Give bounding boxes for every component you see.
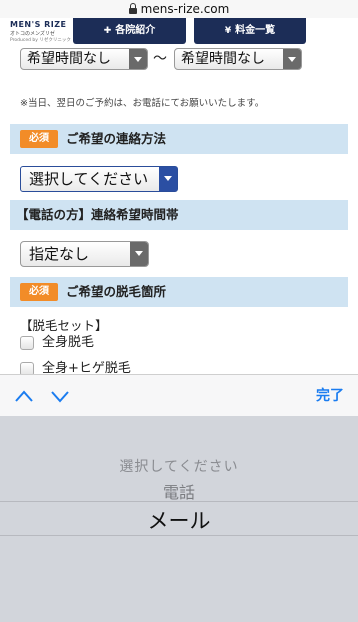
picker-option[interactable]: 選択してください — [0, 456, 358, 476]
selection-divider — [0, 535, 358, 536]
contact-method-heading: 必須 ご希望の連絡方法 — [10, 124, 348, 154]
required-badge: 必須 — [20, 130, 58, 148]
picker-toolbar: 完了 — [0, 374, 358, 416]
removal-area-heading: 必須 ご希望の脱毛箇所 — [10, 277, 348, 307]
yen-icon: ¥ — [224, 26, 232, 36]
time-to-select[interactable]: 希望時間なし — [174, 48, 302, 70]
range-separator: 〜 — [153, 51, 167, 67]
selection-divider — [0, 501, 358, 502]
phone-time-select[interactable]: 指定なし — [20, 241, 149, 267]
nav-price-button[interactable]: ¥ 料金一覧 — [194, 18, 306, 44]
checkbox[interactable] — [20, 336, 34, 350]
chevron-down-icon — [129, 49, 147, 69]
clinic-icon: ✚ — [103, 26, 112, 36]
chevron-down-icon — [283, 49, 301, 69]
nav-clinic-button[interactable]: ✚ 各院紹介 — [73, 18, 186, 44]
time-from-select[interactable]: 希望時間なし — [20, 48, 148, 70]
required-badge: 必須 — [20, 283, 58, 301]
picker-wheel[interactable]: 選択してください 電話 メール — [0, 416, 358, 622]
section-title: 【電話の方】連絡希望時間帯 — [16, 207, 179, 222]
reservation-note: ※当日、翌日のご予約は、お電話にてお願いいたします。 — [20, 98, 265, 109]
chevron-down-icon — [159, 167, 177, 191]
section-title: ご希望の連絡方法 — [66, 131, 167, 146]
chevron-down-icon — [130, 242, 148, 266]
picker-option-selected[interactable]: メール — [0, 505, 358, 535]
chevron-up-icon[interactable] — [14, 387, 34, 405]
site-header: MEN'S RIZE オトコのメンズリゼ Produced by リゼクリニック… — [0, 18, 358, 44]
done-button[interactable]: 完了 — [316, 375, 344, 417]
chevron-down-icon[interactable] — [50, 387, 70, 405]
section-title: ご希望の脱毛箇所 — [66, 284, 167, 299]
url-bar[interactable]: mens-rize.com — [0, 0, 358, 18]
site-logo[interactable]: MEN'S RIZE オトコのメンズリゼ Produced by リゼクリニック — [10, 20, 72, 43]
phone-time-heading: 【電話の方】連絡希望時間帯 — [10, 200, 348, 230]
contact-method-select[interactable]: 選択してください — [20, 166, 178, 192]
url-text: mens-rize.com — [140, 2, 230, 16]
picker-option[interactable]: 電話 — [0, 479, 358, 503]
removal-set-label: 【脱毛セット】 — [20, 318, 108, 333]
lock-icon — [128, 3, 137, 14]
time-range-row: 希望時間なし 〜 希望時間なし — [20, 48, 320, 70]
